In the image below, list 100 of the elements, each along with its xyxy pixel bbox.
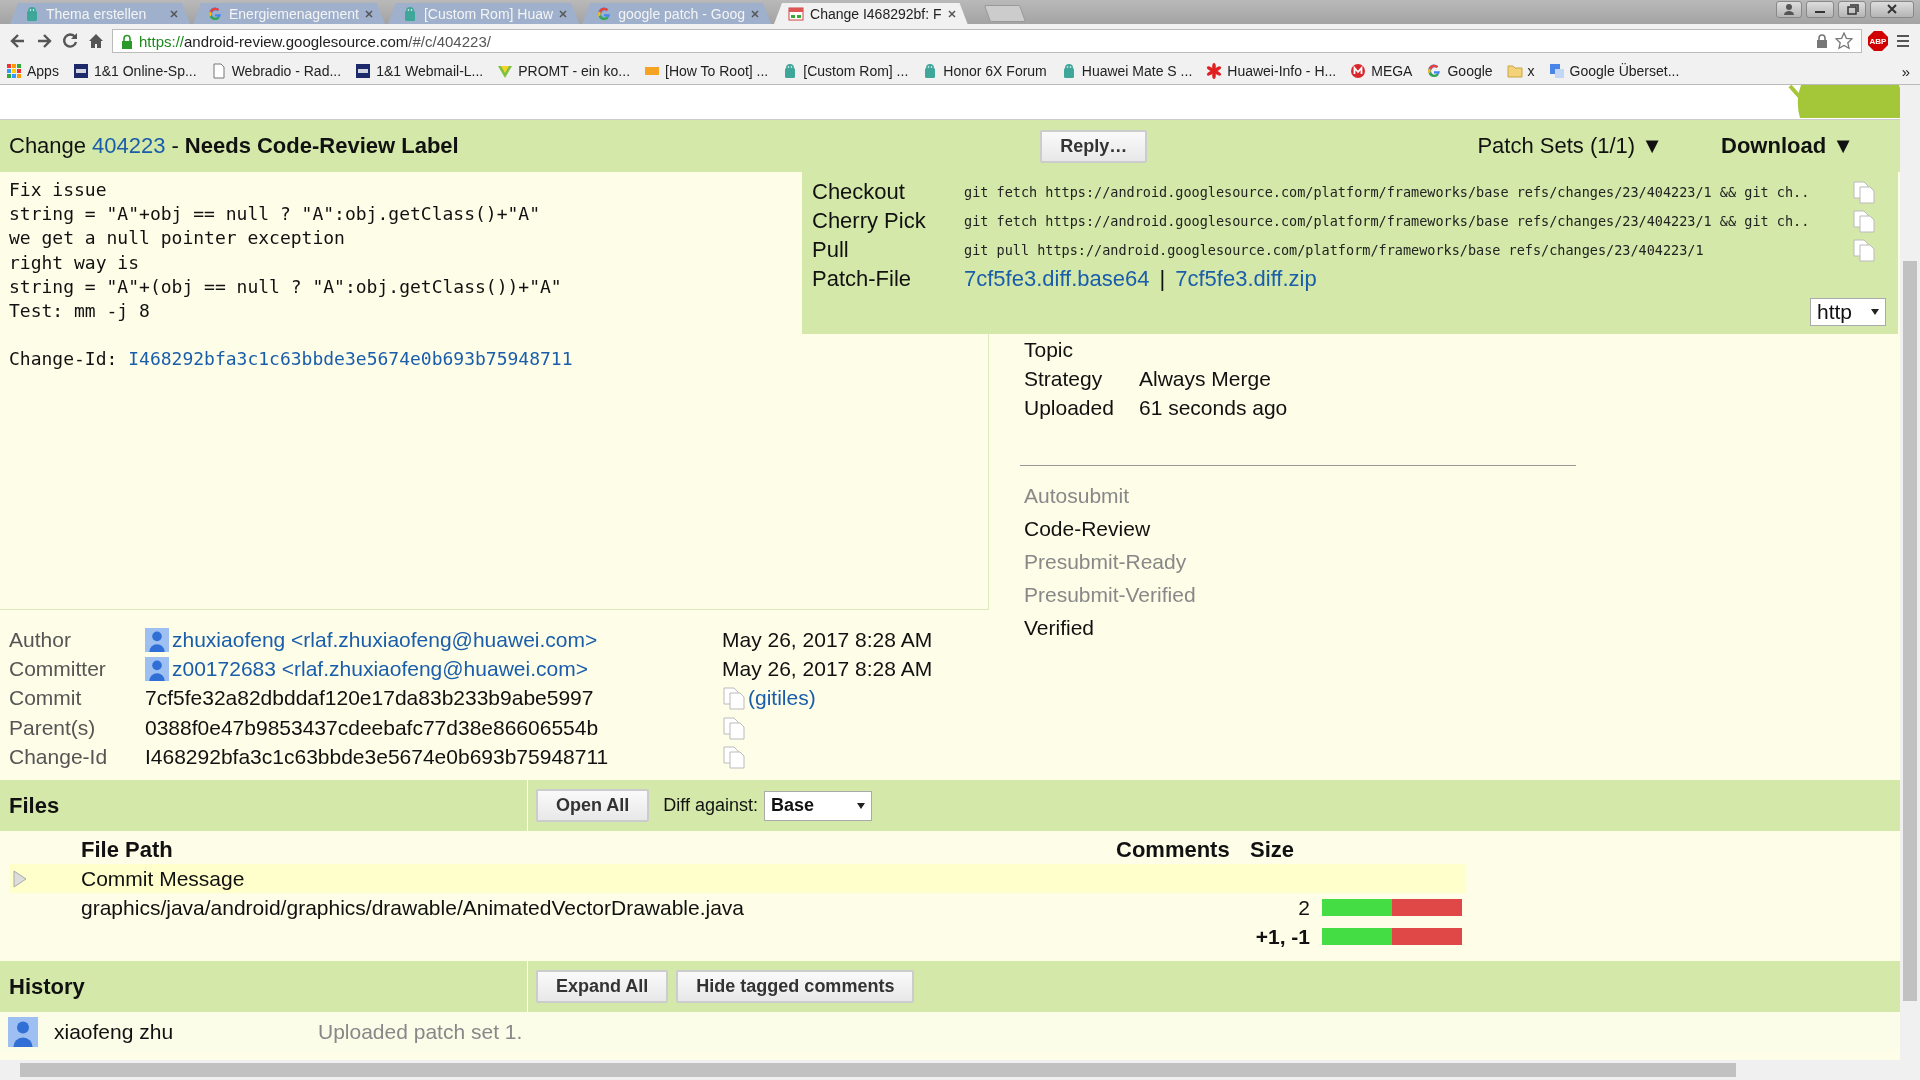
person-link[interactable]: z00172683 <rlaf.zhuxiaofeng@huawei.com> bbox=[172, 656, 588, 681]
history-button[interactable]: Expand All bbox=[536, 970, 669, 1004]
minimize-icon[interactable] bbox=[1806, 1, 1834, 18]
bookmark[interactable]: Webradio - Rad... bbox=[210, 63, 342, 79]
section-title: History bbox=[9, 974, 85, 1000]
bookmark[interactable]: [How To Root] ... bbox=[644, 63, 769, 79]
field-label: Change-Id bbox=[9, 744, 109, 769]
info-value: Always Merge bbox=[1139, 366, 1272, 391]
file-row[interactable]: graphics/java/android/graphics/drawable/AnimatedVectorDrawable.java 2 bbox=[9, 893, 1466, 923]
change-id-link[interactable]: I468292bfa3c1c63bbde3e5674e0b693b75948711 bbox=[128, 348, 573, 370]
file-link[interactable]: Commit Message bbox=[81, 867, 245, 890]
bookmark[interactable]: 1&1 Webmail-L... bbox=[355, 63, 484, 79]
more-bookmarks-button[interactable]: » bbox=[1901, 62, 1910, 80]
info-value: 61 seconds ago bbox=[1139, 395, 1289, 420]
download-menu[interactable]: Download ▼ bbox=[1721, 133, 1854, 159]
history-button[interactable]: Hide tagged comments bbox=[676, 970, 915, 1004]
vertical-scrollbar[interactable] bbox=[1900, 85, 1920, 1080]
google-icon bbox=[596, 5, 613, 22]
info-label: Strategy bbox=[1024, 366, 1104, 391]
separator-text: - bbox=[171, 133, 179, 159]
bookmark[interactable]: Google Überset... bbox=[1548, 63, 1680, 79]
column-header: Size bbox=[1250, 837, 1295, 862]
scheme-select[interactable]: http bbox=[1810, 298, 1886, 326]
apps-icon bbox=[6, 63, 22, 79]
change-label: Change bbox=[9, 133, 87, 159]
reply-button[interactable]: Reply… bbox=[1040, 129, 1148, 163]
column-header: File Path bbox=[81, 837, 173, 862]
triangle-icon bbox=[497, 63, 514, 79]
bookmark[interactable]: Google bbox=[1426, 63, 1493, 79]
review-icon bbox=[788, 5, 804, 22]
field-label: Committer bbox=[9, 656, 107, 681]
gitiles-link[interactable]: (gitiles) bbox=[748, 686, 816, 711]
browser-tab[interactable]: Change I468292bf: F bbox=[774, 3, 968, 24]
field-label: Commit bbox=[9, 686, 83, 711]
diff-against-label: Diff against: bbox=[663, 795, 759, 817]
new-tab-button[interactable] bbox=[983, 5, 1026, 22]
separator-text: | bbox=[1159, 265, 1166, 292]
close-icon[interactable] bbox=[947, 9, 956, 18]
bookmark[interactable]: Honor 6X Forum bbox=[922, 63, 1047, 79]
bookmark[interactable]: Apps bbox=[6, 63, 59, 79]
flower-icon bbox=[1206, 63, 1223, 79]
robot-icon bbox=[402, 5, 418, 22]
dropdown-arrow-icon bbox=[857, 803, 866, 809]
address-bar[interactable]: https://android-review.googlesource.com/#/c/404223/ bbox=[112, 29, 1862, 53]
avatar-icon bbox=[145, 627, 169, 652]
commit-message-line: Fix issue bbox=[9, 179, 107, 200]
square-icon bbox=[72, 63, 89, 79]
author-name: xiaofeng zhu bbox=[54, 1020, 175, 1045]
bookmark[interactable]: x bbox=[1506, 63, 1535, 79]
change-number-link[interactable]: 404223 bbox=[92, 133, 166, 159]
review-label: Code-Review bbox=[1024, 516, 1151, 541]
info-label: Topic bbox=[1024, 337, 1075, 362]
close-icon[interactable] bbox=[1870, 1, 1914, 18]
bookmark[interactable]: 1&1 Online-Sp... bbox=[72, 63, 197, 79]
square-icon bbox=[355, 63, 372, 79]
commit-message-line: string = "A"+(obj == null ? "A":obj.getClass())+"A" bbox=[9, 275, 562, 297]
size-total: +1, -1 bbox=[1255, 925, 1310, 948]
bookmark[interactable]: Huawei Mate S ... bbox=[1060, 63, 1193, 79]
lock-icon bbox=[121, 33, 133, 49]
reload-icon[interactable] bbox=[60, 31, 80, 51]
review-label: Presubmit-Ready bbox=[1024, 549, 1187, 574]
git-command: git pull https://android.googlesource.com/platform/frameworks/base refs/changes/23/404223/1 bbox=[964, 241, 1705, 258]
review-label: Verified bbox=[1024, 615, 1095, 640]
bookmark[interactable]: [Custom Rom] ... bbox=[782, 63, 909, 79]
download-label: Pull bbox=[812, 236, 850, 263]
commit-message-line: string = "A"+obj == null ? "A":obj.getClass()+"A" bbox=[9, 203, 540, 225]
robot-icon bbox=[24, 5, 40, 22]
download-label: Patch-File bbox=[812, 265, 913, 292]
bookmark[interactable]: PROMT - ein ko... bbox=[497, 63, 631, 79]
patch-file-link[interactable]: 7cf5fe3.diff.zip bbox=[1175, 265, 1317, 292]
download-label: Cherry Pick bbox=[812, 207, 927, 234]
bookmark[interactable]: MEGA bbox=[1350, 63, 1413, 79]
avatar-icon bbox=[145, 656, 169, 681]
menu-icon[interactable] bbox=[1894, 32, 1912, 50]
user-icon[interactable] bbox=[1776, 1, 1802, 18]
star-icon[interactable] bbox=[1835, 32, 1853, 50]
google-icon bbox=[207, 5, 223, 22]
commit-message-line: we get a null pointer exception bbox=[9, 227, 345, 249]
hash-text: 0388f0e47b9853437cdeebafc77d38e86606554b bbox=[145, 715, 600, 740]
field-label: Parent(s) bbox=[9, 715, 97, 740]
history-message: Uploaded patch set 1. bbox=[318, 1020, 523, 1045]
file-link[interactable]: graphics/java/android/graphics/drawable/AnimatedVectorDrawable.java bbox=[81, 896, 745, 919]
person-link[interactable]: zhuxiaofeng <rlaf.zhuxiaofeng@huawei.com> bbox=[172, 627, 598, 652]
mega-icon bbox=[1350, 63, 1367, 79]
bookmark[interactable]: Huawei-Info - H... bbox=[1206, 63, 1337, 79]
open-all-button[interactable]: Open All bbox=[536, 789, 650, 823]
info-label: Uploaded bbox=[1024, 395, 1115, 420]
file-row[interactable]: Commit Message bbox=[9, 864, 1466, 894]
translate-icon bbox=[1548, 63, 1565, 79]
page-icon bbox=[210, 63, 227, 79]
padlock-icon[interactable] bbox=[1815, 33, 1829, 49]
restore-icon[interactable] bbox=[1838, 1, 1866, 18]
patch-sets-menu[interactable]: Patch Sets (1/1) ▼ bbox=[1477, 133, 1663, 159]
horizontal-scrollbar[interactable] bbox=[0, 1060, 1900, 1080]
url-text: https://android-review.googlesource.com/#/c/404223/ bbox=[139, 32, 491, 50]
comment-count: 2 bbox=[1298, 896, 1310, 919]
diff-select[interactable]: Base bbox=[764, 791, 873, 821]
patch-file-link[interactable]: 7cf5fe3.diff.base64 bbox=[964, 265, 1150, 292]
expand-arrow-icon[interactable] bbox=[13, 870, 27, 888]
extension-button[interactable]: ABP bbox=[1868, 31, 1888, 51]
